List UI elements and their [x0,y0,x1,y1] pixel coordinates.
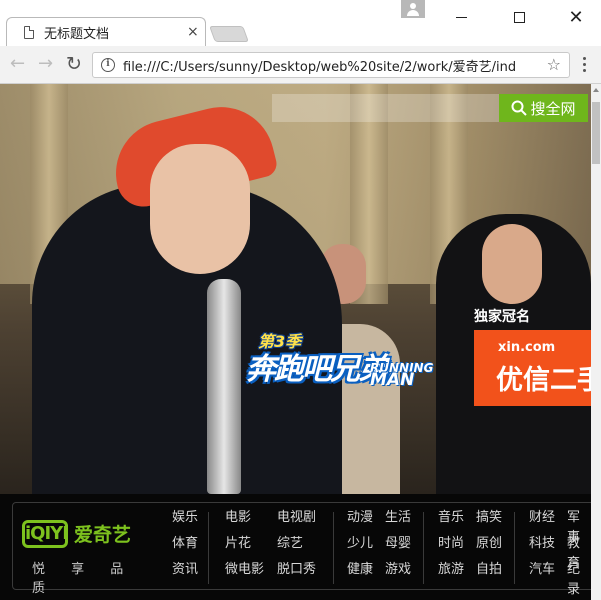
nav-column: 电视剧 综艺 脱口秀 [277,508,316,586]
search-button[interactable]: 搜全网 [499,94,588,122]
browser-titlebar: 无标题文档 × ✕ [0,0,601,47]
scrollbar[interactable] [591,84,601,600]
nav-link[interactable]: 健康 [347,560,373,586]
back-arrow-icon[interactable]: ← [10,54,25,74]
search-button-label: 搜全网 [530,99,576,118]
nav-link[interactable]: 财经 [529,508,555,534]
new-tab-button[interactable] [209,26,249,42]
nav-link[interactable]: 时尚 [438,534,464,560]
nav-column: 生活 母婴 游戏 [385,508,411,586]
nav-link[interactable]: 教育 [567,534,591,571]
nav-link[interactable]: 军事 [567,508,591,545]
nav-divider [514,512,515,584]
nav-link[interactable]: 电影 [225,508,264,534]
document-icon [24,25,34,39]
nav-link[interactable]: 汽车 [529,560,555,586]
reload-icon[interactable]: ↻ [66,54,82,74]
nav-column: 军事 教育 纪录片 [567,508,591,597]
nav-link[interactable]: 体育 [172,534,198,560]
tab-content: 无标题文档 [16,18,206,46]
nav-link[interactable]: 电视剧 [277,508,316,534]
show-logo[interactable]: 第3季 奔跑吧兄弟 RUNNING MAN [238,328,433,406]
scroll-up-arrow-icon[interactable] [593,88,599,92]
nav-link[interactable]: 片花 [225,534,264,560]
nav-link[interactable]: 资讯 [172,560,198,586]
sponsor-banner[interactable]: xin.com 优信二手车 [474,330,591,406]
nav-column: 财经 科技 汽车 [529,508,555,586]
iqiyi-logo: iQIYI [22,520,69,548]
close-window-button[interactable]: ✕ [553,0,599,34]
nav-column: 动漫 少儿 健康 [347,508,373,586]
forward-arrow-icon[interactable]: → [38,54,53,74]
nav-divider [333,512,334,584]
hero-banner[interactable]: 第3季 奔跑吧兄弟 RUNNING MAN 搜全网 独家冠名 xin.com 优… [0,84,591,494]
nav-link[interactable]: 音乐 [438,508,464,534]
nav-link[interactable]: 少儿 [347,534,373,560]
profile-icon[interactable] [401,0,425,18]
category-nav: iQIYI 爱奇艺 悦 享 品 质 娱乐 体育 资讯 电影 片花 微电影 电视剧… [0,494,601,600]
nav-column: 搞笑 原创 自拍 [476,508,502,586]
right-person-face [482,224,542,304]
nav-column: 电影 片花 微电影 [225,508,264,586]
scrollbar-thumb[interactable] [592,102,600,164]
nav-link[interactable]: 微电影 [225,560,264,586]
brand[interactable]: iQIYI 爱奇艺 悦 享 品 质 [22,510,162,596]
nav-link[interactable]: 动漫 [347,508,373,534]
minimize-button[interactable] [438,0,484,34]
nav-link[interactable]: 娱乐 [172,508,198,534]
nav-link[interactable]: 游戏 [385,560,411,586]
address-bar[interactable]: i file:///C:/Users/sunny/Desktop/web%20s… [92,52,570,78]
search-icon [511,100,528,116]
maximize-button[interactable] [496,0,542,34]
nav-link[interactable]: 原创 [476,534,502,560]
nav-link[interactable]: 母婴 [385,534,411,560]
nav-link[interactable]: 科技 [529,534,555,560]
nav-column: 音乐 时尚 旅游 [438,508,464,586]
nav-link[interactable]: 搞笑 [476,508,502,534]
sponsor-label: 独家冠名 [474,309,530,325]
nav-divider [423,512,424,584]
brand-name: 爱奇艺 [74,524,132,546]
info-icon[interactable]: i [101,58,115,72]
tab-close-icon[interactable]: × [187,25,199,39]
search-input[interactable] [272,94,500,122]
sponsor-domain: xin.com [498,340,556,355]
nav-link[interactable]: 综艺 [277,534,316,560]
bookmark-star-icon[interactable]: ☆ [547,55,561,74]
show-subtitle: RUNNING MAN [370,362,433,390]
show-title: 奔跑吧兄弟 [246,352,388,387]
nav-link[interactable]: 生活 [385,508,411,534]
main-person-face [150,144,250,274]
nav-column: 娱乐 体育 资讯 [172,508,198,586]
microphone [207,279,241,494]
url-text[interactable]: file:///C:/Users/sunny/Desktop/web%20sit… [123,56,543,75]
nav-link[interactable]: 脱口秀 [277,560,316,586]
show-subtitle-line2: MAN [370,370,415,390]
tab-title: 无标题文档 [44,26,110,42]
nav-link[interactable]: 自拍 [476,560,502,586]
nav-link[interactable]: 旅游 [438,560,464,586]
browser-toolbar: ← → ↻ i file:///C:/Users/sunny/Desktop/w… [0,46,601,84]
browser-menu-icon[interactable] [583,57,587,73]
nav-link[interactable]: 纪录片 [567,560,591,597]
page-viewport: 第3季 奔跑吧兄弟 RUNNING MAN 搜全网 独家冠名 xin.com 优… [0,84,601,600]
sponsor-name: 优信二手车 [496,365,591,396]
brand-slogan: 悦 享 品 质 [32,562,124,596]
nav-divider [208,512,209,584]
